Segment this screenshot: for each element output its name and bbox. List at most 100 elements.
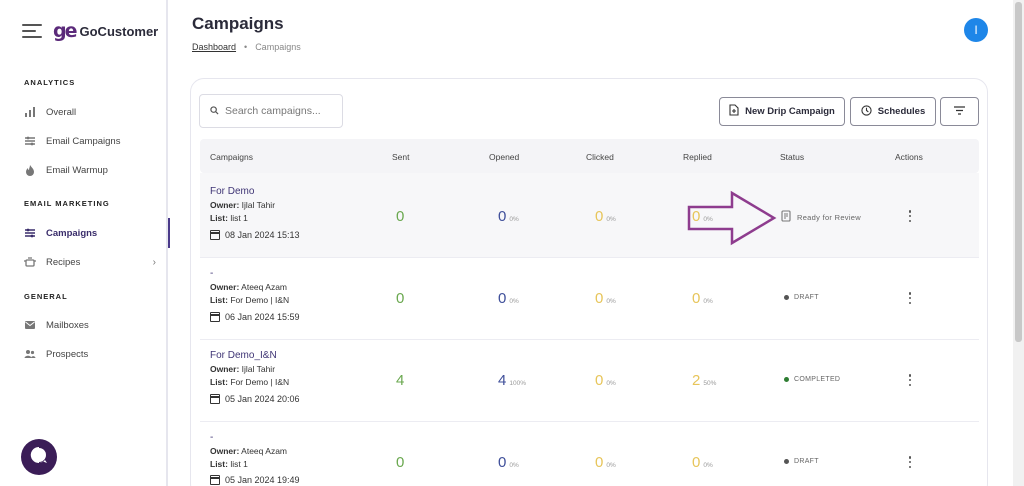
- sent-count: 0: [396, 454, 405, 471]
- sidebar-item-label: Campaigns: [46, 227, 98, 239]
- status-dot-icon: [784, 459, 789, 464]
- chat-widget-button[interactable]: [21, 439, 57, 475]
- campaign-owner: Owner: Ijlal Tahir: [210, 200, 276, 210]
- opened-count: 0 0%: [498, 454, 519, 471]
- filter-icon: [954, 105, 965, 118]
- sidebar-item-label: Email Campaigns: [46, 135, 121, 147]
- people-icon: [24, 348, 36, 360]
- sidebar: ge GoCustomer ANALYTICS Overall Email Ca…: [0, 0, 170, 486]
- calendar-icon: [210, 312, 220, 322]
- sidebar-item-email-campaigns[interactable]: Email Campaigns: [24, 130, 168, 152]
- clock-icon: [861, 104, 872, 119]
- scrollbar[interactable]: [1013, 0, 1024, 486]
- opened-count: 0 0%: [498, 208, 519, 225]
- status-badge: Ready for Review: [781, 210, 861, 224]
- nav-section-analytics: ANALYTICS: [24, 78, 76, 87]
- search-input[interactable]: [225, 105, 335, 117]
- sidebar-item-recipes[interactable]: Recipes ›: [24, 251, 168, 273]
- status-badge: DRAFT: [784, 294, 819, 301]
- campaign-date: 05 Jan 2024 20:06: [210, 394, 300, 404]
- campaign-list: List: list 1: [210, 213, 248, 223]
- mail-icon: [24, 319, 36, 331]
- sidebar-item-mailboxes[interactable]: Mailboxes: [24, 314, 168, 336]
- column-header-replied: Replied: [683, 152, 712, 162]
- campaign-owner: Owner: Ateeq Azam: [210, 282, 288, 292]
- status-dot-icon: [784, 295, 789, 300]
- breadcrumb-separator: •: [244, 42, 248, 52]
- breadcrumb-dashboard-link[interactable]: Dashboard: [192, 42, 236, 52]
- sliders-icon: [24, 227, 36, 239]
- table-row[interactable]: [200, 173, 979, 257]
- nav-section-general: GENERAL: [24, 292, 68, 301]
- clicked-count: 0 0%: [595, 454, 616, 471]
- calendar-icon: [210, 230, 220, 240]
- page-title: Campaigns: [192, 14, 284, 33]
- sidebar-item-campaigns[interactable]: Campaigns: [24, 218, 170, 248]
- sidebar-item-overall[interactable]: Overall: [24, 101, 168, 123]
- campaign-date: 05 Jan 2024 19:49: [210, 475, 300, 485]
- pot-icon: [24, 256, 36, 268]
- search-box[interactable]: [199, 94, 343, 128]
- campaign-list: List: For Demo | I&N: [210, 295, 290, 305]
- menu-toggle-icon[interactable]: [22, 24, 42, 38]
- sidebar-item-label: Prospects: [46, 348, 89, 360]
- schedules-button[interactable]: Schedules: [850, 97, 936, 126]
- campaign-name-link[interactable]: For Demo_I&N: [210, 350, 277, 361]
- calendar-icon: [210, 394, 220, 404]
- campaign-date: 08 Jan 2024 15:13: [210, 230, 300, 240]
- column-header-status: Status: [780, 152, 805, 162]
- avatar[interactable]: I: [964, 18, 988, 42]
- campaign-owner: Owner: Ijlal Tahir: [210, 364, 276, 374]
- new-drip-campaign-button[interactable]: New Drip Campaign: [719, 97, 845, 126]
- sliders-icon: [24, 135, 36, 147]
- breadcrumb-current: Campaigns: [255, 42, 301, 52]
- status-dot-icon: [784, 377, 789, 382]
- campaign-name-link[interactable]: -: [210, 268, 213, 279]
- new-drip-campaign-label: New Drip Campaign: [745, 106, 835, 117]
- replied-count: 0 0%: [692, 290, 713, 307]
- logo[interactable]: ge GoCustomer: [53, 20, 158, 42]
- campaign-name-link[interactable]: For Demo: [210, 186, 254, 197]
- campaign-name-link[interactable]: -: [210, 432, 213, 443]
- logo-text: GoCustomer: [79, 23, 159, 39]
- row-actions-menu-icon[interactable]: [906, 374, 914, 386]
- sent-count: 0: [396, 208, 405, 225]
- sidebar-item-prospects[interactable]: Prospects: [24, 343, 168, 365]
- sidebar-item-label: Overall: [46, 106, 77, 118]
- sidebar-item-email-warmup[interactable]: Email Warmup: [24, 159, 168, 181]
- bar-chart-icon: [24, 106, 36, 118]
- column-header-actions: Actions: [895, 152, 923, 162]
- clicked-count: 0 0%: [595, 208, 616, 225]
- nav-section-email-marketing: EMAIL MARKETING: [24, 199, 110, 208]
- column-header-campaigns: Campaigns: [210, 152, 253, 162]
- chevron-right-icon: ›: [152, 256, 156, 268]
- column-header-opened: Opened: [489, 152, 520, 162]
- sent-count: 0: [396, 290, 405, 307]
- scrollbar-thumb[interactable]: [1015, 2, 1022, 342]
- status-badge: COMPLETED: [784, 376, 840, 383]
- campaign-owner: Owner: Ateeq Azam: [210, 446, 288, 456]
- document-review-icon: [781, 210, 792, 224]
- campaign-list: List: For Demo | I&N: [210, 377, 290, 387]
- calendar-icon: [210, 475, 220, 485]
- clicked-count: 0 0%: [595, 290, 616, 307]
- column-header-clicked: Clicked: [586, 152, 614, 162]
- row-actions-menu-icon[interactable]: [906, 456, 914, 468]
- replied-count: 2 50%: [692, 372, 717, 389]
- row-actions-menu-icon[interactable]: [906, 292, 914, 304]
- sent-count: 4: [396, 372, 405, 389]
- flame-icon: [24, 164, 36, 176]
- opened-count: 0 0%: [498, 290, 519, 307]
- campaign-date: 06 Jan 2024 15:59: [210, 312, 300, 322]
- row-actions-menu-icon[interactable]: [906, 210, 914, 222]
- opened-count: 4 100%: [498, 372, 526, 389]
- row-divider: [200, 257, 979, 258]
- column-header-sent: Sent: [392, 152, 410, 162]
- replied-count: 0 0%: [692, 454, 713, 471]
- sidebar-item-label: Recipes: [46, 256, 81, 268]
- campaign-list: List: list 1: [210, 459, 248, 469]
- sidebar-item-label: Mailboxes: [46, 319, 89, 331]
- logo-mark: ge: [53, 20, 77, 42]
- filter-button[interactable]: [940, 97, 979, 126]
- annotation-arrow-icon: [687, 190, 777, 246]
